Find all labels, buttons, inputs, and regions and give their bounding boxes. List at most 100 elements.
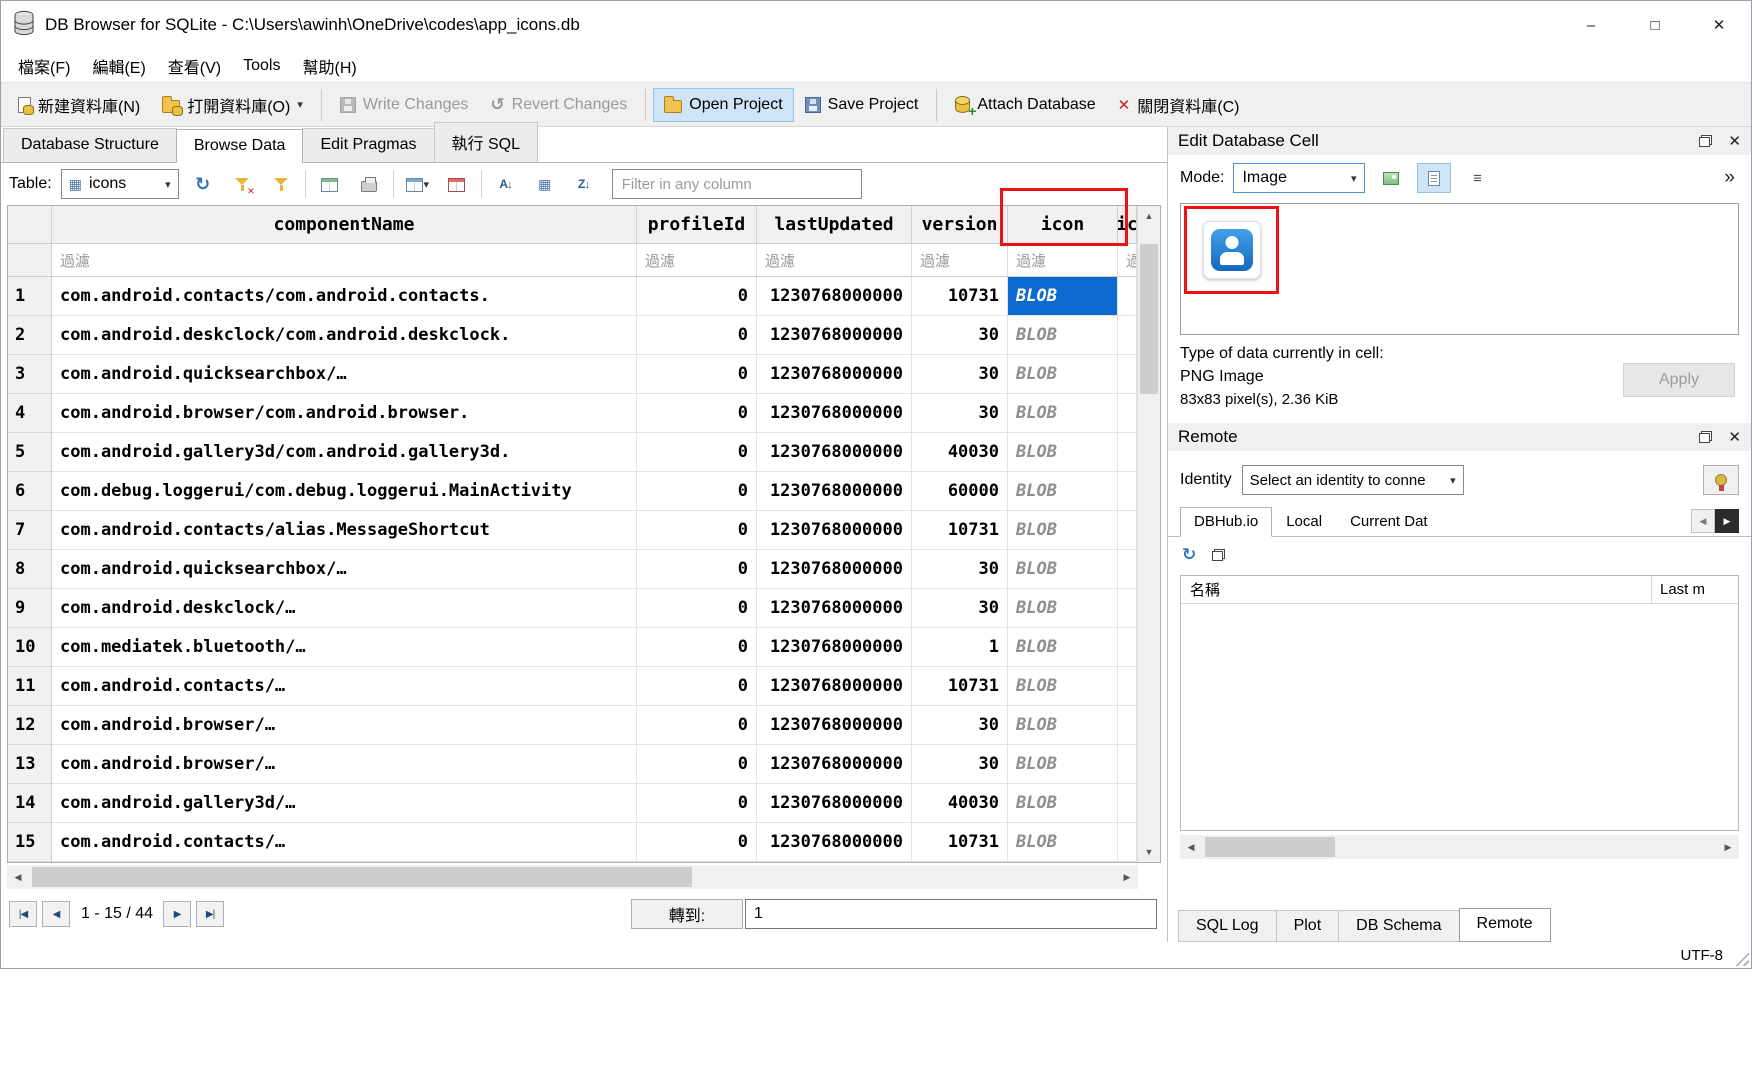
remote-tab-current-dat[interactable]: Current Dat [1336,507,1442,537]
cell-version[interactable]: 40030 [912,433,1008,472]
cell-lastupdated[interactable]: 1230768000000 [757,589,912,628]
cell-icon-blob[interactable]: BLOB [1008,706,1118,745]
cell-version[interactable]: 30 [912,316,1008,355]
filter-input-version[interactable]: 過濾 [912,244,1008,277]
mode-select[interactable]: Image ▾ [1233,163,1365,193]
cell-version[interactable]: 30 [912,589,1008,628]
cell-profileid[interactable]: 0 [637,433,757,472]
write-changes-button[interactable]: Write Changes [329,88,480,122]
menu-item-f[interactable]: 檔案(F) [7,49,81,83]
row-number[interactable]: 1 [8,277,52,316]
sort-desc-button[interactable]: Z↓ [569,169,599,199]
maximize-button[interactable]: □ [1623,1,1687,49]
row-number[interactable]: 13 [8,745,52,784]
clear-filters-button[interactable]: ✕ [227,169,257,199]
cell-profileid[interactable]: 0 [637,745,757,784]
sort-asc-button[interactable]: A↓ [491,169,521,199]
row-number[interactable]: 4 [8,394,52,433]
cell-lastupdated[interactable]: 1230768000000 [757,277,912,316]
dock-tab-sql-log[interactable]: SQL Log [1178,910,1277,942]
revert-changes-button[interactable]: ↺ Revert Changes [479,87,638,123]
refresh-icon[interactable]: ↻ [1182,545,1196,565]
print-button[interactable] [354,169,384,199]
cell-lastupdated[interactable]: 1230768000000 [757,511,912,550]
cell-profileid[interactable]: 0 [637,394,757,433]
identity-cert-button[interactable] [1703,465,1739,495]
menu-item-e[interactable]: 編輯(E) [81,49,156,83]
cell-componentname[interactable]: com.android.contacts/alias.MessageShortc… [52,511,637,550]
cell-version[interactable]: 30 [912,394,1008,433]
filter-input-ic[interactable]: 過濾 [1118,244,1137,277]
import-data-button[interactable] [1374,163,1408,193]
cell-lastupdated[interactable]: 1230768000000 [757,550,912,589]
goto-button[interactable]: 轉到: [631,899,743,929]
row-number[interactable]: 15 [8,823,52,862]
open-project-button[interactable]: Open Project [653,88,793,122]
cell-profileid[interactable]: 0 [637,277,757,316]
cell-lastupdated[interactable]: 1230768000000 [757,628,912,667]
cell-profileid[interactable]: 0 [637,628,757,667]
row-number[interactable]: 5 [8,433,52,472]
cell-profileid[interactable]: 0 [637,706,757,745]
cell-version[interactable]: 30 [912,745,1008,784]
duplicate-record-button[interactable]: ▾ [403,169,433,199]
cell-componentname[interactable]: com.android.browser/… [52,706,637,745]
cell-lastupdated[interactable]: 1230768000000 [757,355,912,394]
cell-version[interactable]: 1 [912,628,1008,667]
more-tools-button[interactable]: » [1724,167,1739,189]
scroll-left-icon[interactable]: ◀ [1180,835,1202,859]
cell-profileid[interactable]: 0 [637,316,757,355]
cell-profileid[interactable]: 0 [637,784,757,823]
cell-version[interactable]: 10731 [912,823,1008,862]
tabs-scroll-right-button[interactable]: ▶ [1715,509,1739,533]
row-number[interactable]: 11 [8,667,52,706]
scroll-right-icon[interactable]: ▶ [1717,835,1739,859]
cell-lastupdated[interactable]: 1230768000000 [757,823,912,862]
close-panel-icon[interactable]: ✕ [1728,428,1741,446]
close-database-button[interactable]: ✕ 關閉資料庫(C) [1107,85,1251,125]
cell-lastupdated[interactable]: 1230768000000 [757,316,912,355]
tab-sql[interactable]: 執行 SQL [434,122,538,162]
remote-horizontal-scrollbar[interactable]: ◀ ▶ [1180,835,1739,859]
cell-version[interactable]: 30 [912,355,1008,394]
filter-input-lastupdated[interactable]: 過濾 [757,244,912,277]
cell-icon-blob[interactable]: BLOB [1008,628,1118,667]
filter-input-icon[interactable]: 過濾 [1008,244,1118,277]
remote-column-name[interactable]: 名稱 [1181,576,1652,603]
cell-componentname[interactable]: com.android.browser/… [52,745,637,784]
tab-database-structure[interactable]: Database Structure [3,128,177,162]
cell-profileid[interactable]: 0 [637,472,757,511]
row-number[interactable]: 8 [8,550,52,589]
cell-icon-blob[interactable]: BLOB [1008,355,1118,394]
cell-componentname[interactable]: com.android.quicksearchbox/… [52,355,637,394]
row-number[interactable]: 9 [8,589,52,628]
scroll-right-icon[interactable]: ▶ [1116,865,1138,889]
dock-tab-db-schema[interactable]: DB Schema [1338,910,1459,942]
tab-browse-data[interactable]: Browse Data [176,129,304,163]
cell-lastupdated[interactable]: 1230768000000 [757,745,912,784]
close-panel-icon[interactable]: ✕ [1728,132,1741,150]
cell-icon-blob[interactable]: BLOB [1008,394,1118,433]
menu-item-v[interactable]: 查看(V) [157,49,232,83]
next-page-button[interactable]: ▶ [163,901,191,927]
cell-profileid[interactable]: 0 [637,667,757,706]
remote-scrollbar-thumb[interactable] [1205,837,1335,857]
dock-tab-plot[interactable]: Plot [1276,910,1340,942]
cell-componentname[interactable]: com.android.quicksearchbox/… [52,550,637,589]
cell-icon-blob[interactable]: BLOB [1008,745,1118,784]
cell-icon-blob[interactable]: BLOB [1008,433,1118,472]
cell-lastupdated[interactable]: 1230768000000 [757,667,912,706]
menu-item-tools[interactable]: Tools [232,52,291,80]
clone-database-icon[interactable] [1212,549,1225,561]
edit-columns-button[interactable]: ▦ [530,169,560,199]
row-number[interactable]: 12 [8,706,52,745]
cell-icon-blob[interactable]: BLOB [1008,667,1118,706]
cell-icon-blob[interactable]: BLOB [1008,277,1118,316]
cell-componentname[interactable]: com.android.contacts/… [52,823,637,862]
dock-tab-remote[interactable]: Remote [1459,908,1551,942]
row-number[interactable]: 10 [8,628,52,667]
text-view-button[interactable]: ≡ [1460,163,1494,193]
refresh-button[interactable]: ↻ [188,169,218,199]
column-header-icon[interactable]: icon [1008,206,1118,244]
vertical-scrollbar[interactable]: ▲ ▼ [1137,206,1160,862]
